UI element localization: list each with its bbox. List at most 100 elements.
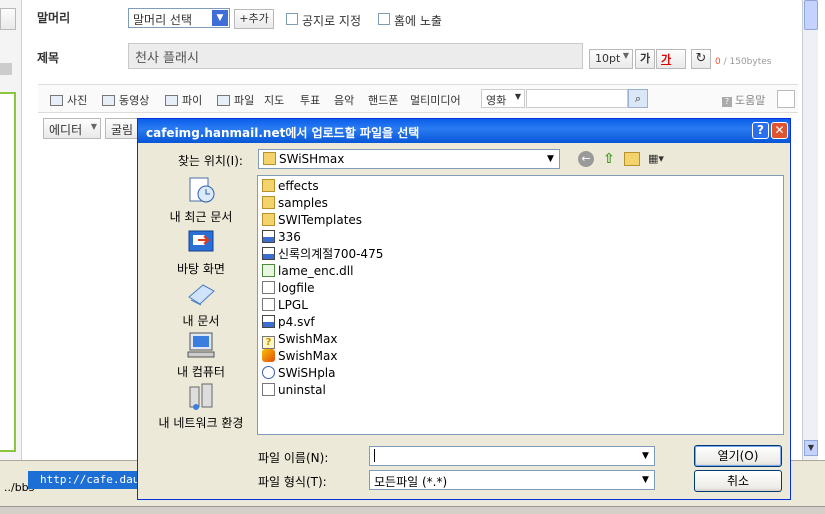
question-icon: ?: [722, 97, 732, 107]
subject-input[interactable]: 천사 플래시: [128, 43, 583, 69]
my-computer-icon: [187, 332, 215, 358]
search-input[interactable]: [526, 89, 628, 108]
left-green-box: [0, 92, 16, 452]
toolbar-item-video[interactable]: 동영상: [102, 92, 149, 108]
help-link[interactable]: ? 도움말: [722, 92, 765, 108]
file-item[interactable]: 신록의계절700-475: [262, 246, 383, 263]
toolbar-item-map[interactable]: 지도: [264, 92, 284, 108]
folder-icon: [262, 179, 275, 192]
file-item[interactable]: ? SwishMax: [262, 331, 337, 349]
file-icon: [217, 95, 230, 106]
help-icon[interactable]: ?: [752, 122, 769, 139]
dll-file-icon: [262, 264, 275, 277]
back-icon[interactable]: ←: [578, 151, 594, 167]
chevron-down-icon[interactable]: ▼: [212, 10, 228, 26]
video-icon: [102, 95, 115, 106]
search-category-select[interactable]: 영화 ▼: [481, 89, 525, 108]
file-list[interactable]: effects samples SWITemplates 336 신록의계절70…: [257, 175, 784, 435]
filetype-select[interactable]: 모든파일 (*.*) ▼: [369, 470, 655, 490]
view-menu-icon[interactable]: ▦▾: [648, 152, 672, 166]
toolbar-item-table[interactable]: 파이: [165, 92, 202, 108]
search-icon[interactable]: ⌕: [628, 89, 648, 108]
refresh-icon[interactable]: ↻: [691, 49, 711, 69]
bold-button[interactable]: 가: [635, 49, 655, 69]
filetype-value: 모든파일 (*.*): [374, 475, 448, 489]
place-network[interactable]: 내 네트워크 환경: [146, 381, 256, 431]
text-file-icon: [262, 383, 275, 396]
subject-label: 제목: [37, 51, 60, 65]
page-scrollbar-thumb[interactable]: [804, 0, 818, 30]
place-computer[interactable]: 내 컴퓨터: [146, 330, 256, 380]
font-size-select[interactable]: 10pt ▼: [589, 49, 633, 69]
image-file-icon: [262, 315, 275, 328]
editor-mode-select[interactable]: 에디터 ▼: [43, 118, 101, 139]
dialog-title: cafeimg.hanmail.net에서 업로드할 파일을 선택: [146, 126, 420, 140]
page-scrollbar[interactable]: ▼: [802, 0, 818, 460]
editor-mode-value: 에디터: [49, 123, 83, 137]
file-item[interactable]: logfile: [262, 280, 315, 297]
file-item[interactable]: samples: [262, 195, 328, 212]
prefix-select[interactable]: 말머리 선택 ▼: [128, 8, 230, 28]
editor-toolbar: 사진 동영상 파이 파일 지도 투표 음악 핸드폰 멀티미디어 영화 ▼ ⌕ ? 도…: [38, 84, 798, 113]
lookin-label: 찾는 위치(I):: [178, 154, 243, 168]
place-documents[interactable]: 내 문서: [146, 279, 256, 329]
toolbar-item-photo[interactable]: 사진: [50, 92, 87, 108]
file-item[interactable]: SwishMax: [262, 348, 337, 365]
recent-documents-icon: [189, 177, 215, 203]
font-color-button[interactable]: 가: [656, 49, 686, 69]
file-item[interactable]: lame_enc.dll: [262, 263, 353, 280]
left-panel-button[interactable]: [0, 8, 16, 30]
toolbar-item-file[interactable]: 파일: [217, 92, 254, 108]
photo-icon: [50, 95, 63, 106]
toolbar-item-vote[interactable]: 투표: [300, 92, 320, 108]
text-file-icon: [262, 281, 275, 294]
file-item[interactable]: 336: [262, 229, 301, 246]
notice-checkbox[interactable]: [286, 13, 298, 25]
dialog-titlebar[interactable]: cafeimg.hanmail.net에서 업로드할 파일을 선택: [138, 119, 790, 143]
filetype-label: 파일 형식(T):: [258, 475, 327, 489]
swish-app-icon: [262, 349, 275, 362]
lookin-select[interactable]: SWiSHmax ▼: [258, 149, 560, 169]
search-category-value: 영화: [486, 94, 507, 107]
home-checkbox[interactable]: [378, 13, 390, 25]
byte-limit: / 150bytes: [723, 57, 772, 67]
file-open-dialog: cafeimg.hanmail.net에서 업로드할 파일을 선택 ? ✕ 찾는…: [137, 118, 791, 500]
table-icon: [165, 95, 178, 106]
add-prefix-label: +추가: [239, 12, 269, 25]
lookin-value: SWiSHmax: [279, 152, 345, 166]
expand-icon[interactable]: [777, 90, 795, 108]
open-button[interactable]: 열기(O): [694, 445, 782, 467]
byte-count: 0: [715, 57, 721, 67]
folder-icon: [263, 152, 276, 165]
up-folder-icon[interactable]: ⇧: [601, 151, 617, 167]
cancel-button[interactable]: 취소: [694, 470, 782, 492]
toolbar-item-phone[interactable]: 핸드폰: [368, 92, 398, 108]
file-item[interactable]: uninstal: [262, 382, 326, 399]
toolbar-item-multimedia[interactable]: 멀티미디어: [410, 92, 461, 108]
scroll-down-icon[interactable]: ▼: [804, 440, 818, 456]
toolbar-item-music[interactable]: 음악: [334, 92, 354, 108]
close-icon[interactable]: ✕: [771, 122, 788, 139]
my-documents-icon: [188, 284, 215, 306]
file-item[interactable]: SWiSHpla: [262, 365, 336, 382]
new-folder-icon[interactable]: [624, 152, 640, 166]
file-item[interactable]: p4.svf: [262, 314, 315, 331]
chevron-down-icon[interactable]: ▼: [542, 151, 558, 167]
chevron-down-icon: ▼: [514, 92, 521, 101]
chevron-down-icon[interactable]: ▼: [637, 472, 653, 488]
place-desktop[interactable]: 바탕 화면: [146, 227, 256, 277]
network-places-icon: [189, 383, 213, 410]
filename-input[interactable]: ▼: [369, 446, 655, 466]
place-recent[interactable]: 내 최근 문서: [146, 175, 256, 225]
add-prefix-button[interactable]: +추가: [234, 9, 274, 29]
swish-player-icon: [262, 366, 275, 379]
file-item[interactable]: SWITemplates: [262, 212, 362, 229]
text-cursor: [374, 449, 375, 462]
desktop-icon: [188, 230, 214, 252]
file-item[interactable]: LPGL: [262, 297, 308, 314]
image-file-icon: [262, 247, 275, 260]
chevron-down-icon[interactable]: ▼: [637, 448, 653, 464]
font-family-select[interactable]: 굴림: [105, 118, 141, 139]
prefix-select-value: 말머리 선택: [133, 13, 193, 27]
file-item[interactable]: effects: [262, 178, 319, 195]
